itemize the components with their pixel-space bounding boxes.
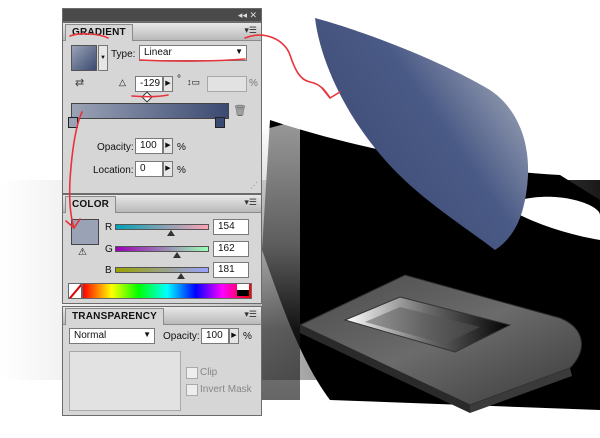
location-stepper[interactable]: ▶ [163, 161, 173, 177]
b-field[interactable]: 181 [213, 262, 249, 278]
aspect-ratio-field[interactable] [207, 76, 247, 92]
swatch-dropdown-icon[interactable]: ▼ [98, 45, 108, 71]
b-slider-thumb[interactable] [177, 273, 185, 279]
gradient-slider[interactable] [71, 103, 229, 119]
invert-mask-label: Invert Mask [200, 384, 252, 395]
color-tab[interactable]: COLOR [65, 196, 117, 213]
chevron-down-icon: ▼ [235, 47, 243, 56]
angle-stepper[interactable]: ▶ [163, 76, 173, 92]
angle-field[interactable]: -129 [135, 76, 163, 92]
degree-unit: ° [177, 74, 181, 85]
clip-label: Clip [200, 367, 218, 378]
transparency-panel-header: TRANSPARENCY ▾☰ [63, 307, 261, 325]
transparency-opacity-field[interactable]: 100 [201, 328, 229, 344]
fill-color-swatch[interactable] [71, 219, 99, 245]
g-label: G [105, 244, 113, 255]
spectrum-black-white[interactable] [237, 284, 249, 296]
aspect-unit: % [249, 78, 258, 89]
gradient-swatch[interactable] [71, 45, 97, 71]
color-spectrum-bar[interactable] [82, 283, 252, 299]
opacity-unit: % [177, 142, 186, 153]
b-label: B [105, 265, 112, 276]
mask-thumbnail[interactable] [69, 351, 181, 411]
type-select[interactable]: Linear ▼ [139, 45, 247, 61]
b-slider[interactable] [115, 267, 209, 273]
gradient-panel: GRADIENT ▾☰ ▼ Type: Linear ▼ ⇄ △ -129 ▶ … [62, 22, 262, 194]
gradient-panel-header: GRADIENT ▾☰ [63, 23, 261, 41]
blend-mode-select[interactable]: Normal ▼ [69, 328, 155, 344]
opacity-stepper[interactable]: ▶ [163, 138, 173, 154]
gradient-tab[interactable]: GRADIENT [65, 24, 133, 41]
none-swatch-icon[interactable] [68, 283, 82, 299]
panel-menu-icon[interactable]: ▾☰ [244, 197, 257, 208]
g-slider[interactable] [115, 246, 209, 252]
chevron-down-icon: ▼ [143, 330, 151, 339]
midpoint-diamond[interactable] [141, 91, 153, 103]
location-field[interactable]: 0 [135, 161, 163, 177]
panel-menu-icon[interactable]: ▾☰ [244, 25, 257, 36]
color-panel-header: COLOR ▾☰ [63, 195, 261, 213]
g-field[interactable]: 162 [213, 241, 249, 257]
angle-icon: △ [119, 77, 126, 87]
reverse-gradient-icon[interactable]: ⇄ [75, 76, 89, 90]
invert-mask-checkbox[interactable] [186, 384, 198, 396]
r-slider-thumb[interactable] [167, 230, 175, 236]
aspect-ratio-icon: ↕▭ [187, 77, 201, 87]
panel-menu-icon[interactable]: ▾☰ [244, 309, 257, 320]
out-of-gamut-warning-icon[interactable]: ⚠ [78, 247, 87, 258]
opacity-label: Opacity: [97, 142, 134, 153]
r-slider[interactable] [115, 224, 209, 230]
opacity-field[interactable]: 100 [135, 138, 163, 154]
blend-mode-value: Normal [74, 330, 107, 341]
type-label: Type: [111, 49, 136, 60]
resize-grip-icon[interactable]: ⋰ [250, 181, 258, 190]
panel-dock-bar: ◂◂ ✕ [62, 8, 262, 22]
clip-checkbox[interactable] [186, 367, 198, 379]
location-label: Location: [93, 165, 134, 176]
gradient-stop-right[interactable] [215, 117, 225, 128]
color-panel: COLOR ▾☰ ⚠ R 154 G 162 B 181 [62, 194, 262, 304]
r-field[interactable]: 154 [213, 219, 249, 235]
transparency-panel: TRANSPARENCY ▾☰ Normal ▼ Opacity: 100 ▶ … [62, 306, 262, 416]
collapse-icon[interactable]: ◂◂ ✕ [238, 9, 257, 21]
gradient-stop-left[interactable] [68, 117, 78, 128]
transparency-opacity-stepper[interactable]: ▶ [229, 328, 239, 344]
trash-icon[interactable]: 🗑 [233, 104, 247, 117]
location-unit: % [177, 165, 186, 176]
transparency-opacity-unit: % [243, 331, 252, 342]
transparency-tab[interactable]: TRANSPARENCY [65, 308, 164, 325]
type-select-value: Linear [144, 47, 172, 58]
r-label: R [105, 222, 113, 233]
transparency-opacity-label: Opacity: [163, 331, 200, 342]
g-slider-thumb[interactable] [173, 252, 181, 258]
